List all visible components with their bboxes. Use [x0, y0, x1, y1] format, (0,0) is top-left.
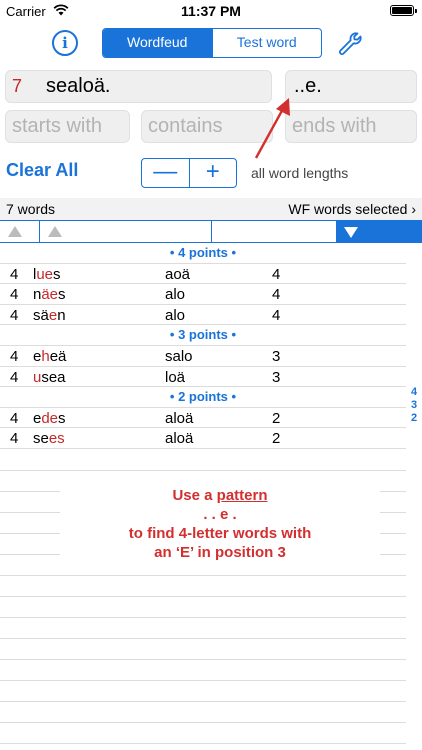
index-item[interactable]: 3 — [408, 399, 420, 412]
contains-placeholder: contains — [148, 115, 223, 137]
pattern-input[interactable]: ..e. — [285, 70, 417, 103]
table-row[interactable]: 4 usea loä 3 — [0, 367, 406, 388]
info-icon[interactable]: i — [52, 30, 78, 56]
clock: 11:37 PM — [181, 3, 241, 19]
sort-length-column[interactable] — [0, 221, 40, 242]
annotation-note: Use a pattern . . e . to find 4-letter w… — [60, 486, 380, 562]
sort-down-icon — [344, 227, 358, 238]
section-index[interactable]: 4 3 2 — [408, 386, 420, 425]
increment-button[interactable]: + — [188, 159, 237, 187]
letters-used: alo — [165, 286, 186, 304]
points: 4 — [272, 286, 281, 304]
sort-up-icon — [48, 226, 62, 237]
word-length: 4 — [10, 306, 19, 324]
points: 4 — [272, 265, 281, 283]
letters-used: salo — [165, 347, 193, 365]
index-item[interactable]: 2 — [408, 412, 420, 425]
starts-with-placeholder: starts with — [12, 115, 103, 137]
letter-count: 7 — [12, 76, 23, 96]
word-list-selector[interactable]: WF words selected › — [288, 201, 416, 217]
tab-wordfeud[interactable]: Wordfeud — [103, 29, 212, 57]
word: edes — [33, 409, 66, 427]
letters-used: alo — [165, 306, 186, 324]
word-length: 4 — [10, 409, 19, 427]
word-length: 4 — [10, 347, 19, 365]
decrement-button[interactable]: — — [142, 159, 189, 187]
table-row[interactable]: 4 sees aloä 2 — [0, 428, 406, 449]
wrench-icon[interactable] — [336, 30, 364, 58]
table-row[interactable]: 4 edes aloä 2 — [0, 408, 406, 429]
ends-with-field[interactable]: ends with — [285, 110, 417, 143]
word: usea — [33, 368, 66, 386]
sort-header — [0, 220, 422, 243]
word: lues — [33, 265, 61, 283]
toolbar: i Wordfeud Test word — [0, 22, 422, 64]
section-header: • 4 points • — [0, 243, 406, 264]
results-summary: 7 words WF words selected › — [0, 198, 422, 220]
index-item[interactable]: 4 — [408, 386, 420, 399]
section-header: • 2 points • — [0, 387, 406, 408]
letters-used: aoä — [165, 265, 191, 283]
word: eheä — [33, 347, 67, 365]
points: 2 — [272, 430, 281, 448]
points: 3 — [272, 347, 281, 365]
word-length: 4 — [10, 265, 19, 283]
ends-with-placeholder: ends with — [292, 115, 377, 137]
table-row[interactable]: 4 lues aoä 4 — [0, 264, 406, 285]
word-count: 7 words — [6, 201, 56, 217]
sort-letters-column[interactable] — [212, 221, 337, 242]
letters-used: loä — [165, 368, 186, 386]
points: 2 — [272, 409, 281, 427]
section-header: • 3 points • — [0, 325, 406, 346]
sort-points-column[interactable] — [337, 221, 422, 242]
clear-all-button[interactable]: Clear All — [6, 160, 78, 181]
starts-with-field[interactable]: starts with — [5, 110, 130, 143]
word-length: 4 — [10, 286, 19, 304]
table-row[interactable]: 4 näes alo 4 — [0, 284, 406, 305]
points: 4 — [272, 306, 281, 324]
letters-value: sealoä. — [46, 75, 111, 97]
status-bar: Carrier 11:37 PM — [0, 0, 422, 22]
sort-up-icon — [8, 226, 22, 237]
battery-icon — [390, 5, 417, 16]
letters-used: aloä — [165, 409, 194, 427]
word: näes — [33, 286, 66, 304]
tab-test-word[interactable]: Test word — [211, 29, 322, 57]
word: säen — [33, 306, 66, 324]
letters-input[interactable]: 7 sealoä. — [5, 70, 272, 103]
word-length-label: all word lengths — [251, 165, 349, 181]
letters-used: aloä — [165, 430, 194, 448]
annotation-arrow-icon — [254, 98, 290, 159]
word-length: 4 — [10, 368, 19, 386]
word: sees — [33, 430, 65, 448]
table-row[interactable]: 4 eheä salo 3 — [0, 346, 406, 367]
table-row[interactable]: 4 säen alo 4 — [0, 305, 406, 326]
mode-segmented-control: Wordfeud Test word — [102, 28, 322, 58]
word-length: 4 — [10, 430, 19, 448]
sort-word-column[interactable] — [40, 221, 212, 242]
length-stepper: — + — [141, 158, 237, 188]
word-table: • 4 points • 4 lues aoä 4 4 näes alo 4 4… — [0, 243, 406, 449]
points: 3 — [272, 368, 281, 386]
